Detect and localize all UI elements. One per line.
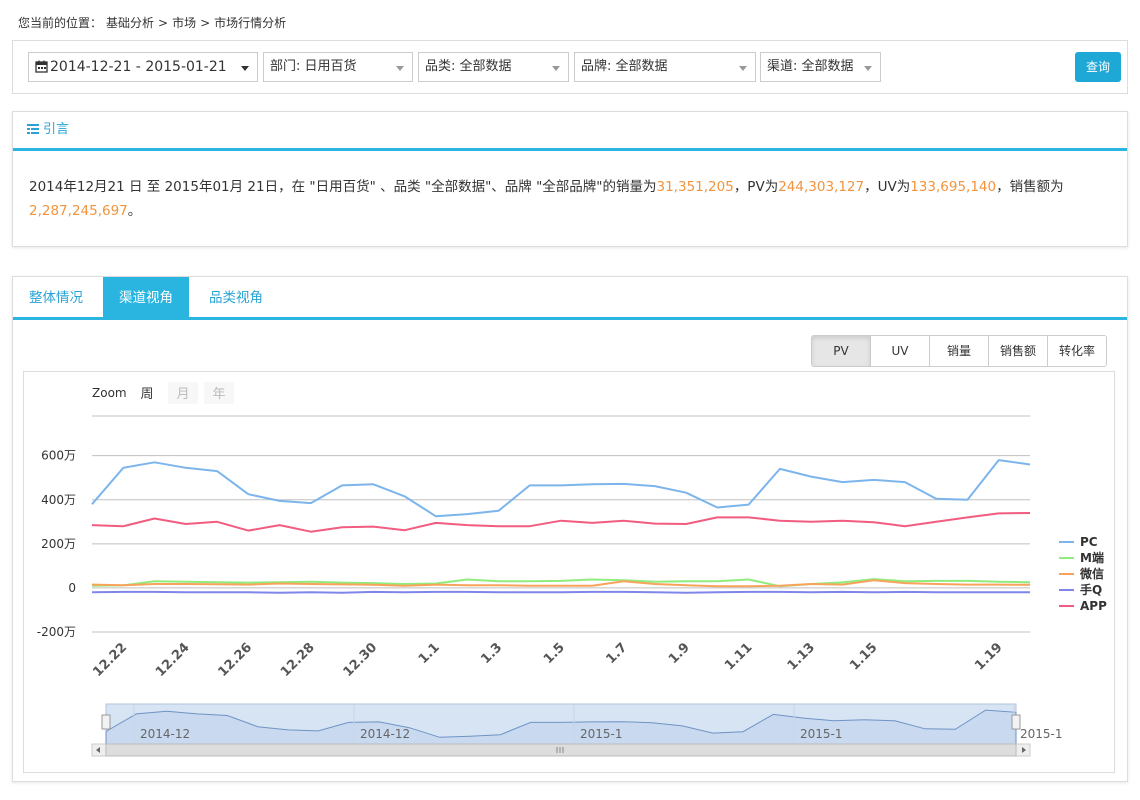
tab-bar: 整体情况 渠道视角 品类视角 bbox=[13, 277, 1127, 320]
breadcrumb-item[interactable]: 市场行情分析 bbox=[214, 16, 286, 30]
x-tick-label: 12.24 bbox=[153, 640, 193, 680]
navigator-label: 2015-1 bbox=[1020, 727, 1063, 741]
x-tick-label: 12.26 bbox=[215, 640, 255, 680]
uv-value: 133,695,140 bbox=[910, 179, 997, 195]
navigator-label: 2014-12 bbox=[360, 727, 410, 741]
brand-value: 品牌: 全部数据 bbox=[581, 59, 668, 74]
zoom-option-label: 周 bbox=[140, 387, 153, 402]
metric-pv-button[interactable]: PV bbox=[812, 336, 871, 366]
y-tick-label: 200万 bbox=[41, 537, 76, 551]
breadcrumb-item[interactable]: 基础分析 bbox=[106, 16, 154, 30]
x-tick-label: 1.3 bbox=[478, 640, 505, 667]
y-tick-label: 600万 bbox=[41, 449, 76, 463]
x-tick-label: 1.13 bbox=[785, 640, 818, 673]
sales-volume-value: 31,351,205 bbox=[656, 179, 734, 195]
intro-text-part: ，PV为 bbox=[733, 179, 779, 195]
analysis-panel: 整体情况 渠道视角 品类视角 PV UV 销量 销售额 转化率 Zoom 周 月 年 -… bbox=[12, 276, 1128, 782]
query-button[interactable]: 查询 bbox=[1075, 52, 1121, 82]
navigator-label: 2015-1 bbox=[580, 727, 623, 741]
x-tick-label: 1.9 bbox=[666, 640, 693, 667]
metric-sales-amount-button[interactable]: 销售额 bbox=[989, 336, 1048, 366]
y-tick-label: 0 bbox=[68, 581, 76, 595]
category-value: 品类: 全部数据 bbox=[425, 59, 512, 74]
y-tick-label: -200万 bbox=[37, 625, 76, 639]
x-tick-label: 1.11 bbox=[722, 640, 755, 673]
metric-uv-button[interactable]: UV bbox=[871, 336, 930, 366]
pv-value: 244,303,127 bbox=[778, 179, 865, 195]
x-tick-label: 1.15 bbox=[847, 640, 880, 673]
x-tick-label: 12.28 bbox=[278, 640, 318, 680]
breadcrumb-sep: > bbox=[158, 16, 169, 30]
x-tick-label: 1.7 bbox=[603, 640, 630, 667]
tab-channel[interactable]: 渠道视角 bbox=[103, 277, 189, 317]
series-line-4[interactable] bbox=[91, 512, 1031, 533]
chevron-down-icon bbox=[739, 66, 747, 71]
scrollbar-thumb[interactable] bbox=[105, 743, 1017, 757]
legend-item-3[interactable]: 手Q bbox=[1080, 582, 1102, 597]
legend-item-1[interactable]: M端 bbox=[1080, 550, 1104, 565]
breadcrumb-item[interactable]: 市场 bbox=[172, 16, 196, 30]
intro-header: 引言 bbox=[13, 112, 1127, 151]
chevron-down-icon bbox=[552, 66, 560, 71]
zoom-label: Zoom bbox=[92, 386, 127, 400]
date-range-value: 2014-12-21 - 2015-01-21 bbox=[50, 59, 227, 75]
navigator-label: 2015-1 bbox=[800, 727, 843, 741]
breadcrumb-prefix: 您当前的位置： bbox=[18, 16, 103, 30]
list-icon bbox=[27, 124, 39, 134]
x-tick-label: 12.30 bbox=[341, 640, 381, 680]
channel-value: 渠道: 全部数据 bbox=[767, 59, 854, 74]
legend-item-0[interactable]: PC bbox=[1080, 535, 1098, 549]
tab-category[interactable]: 品类视角 bbox=[193, 277, 279, 317]
legend-item-4[interactable]: APP bbox=[1080, 599, 1107, 613]
navigator-left-handle[interactable] bbox=[101, 714, 111, 730]
intro-text-part: ，UV为 bbox=[864, 179, 911, 195]
filter-bar: 2014-12-21 - 2015-01-21 部门: 日用百货 品类: 全部数… bbox=[12, 40, 1128, 94]
department-select[interactable]: 部门: 日用百货 bbox=[263, 52, 413, 82]
intro-panel: 引言 2014年12月21 日 至 2015年01月 21日，在 "日用百货" … bbox=[12, 111, 1128, 247]
intro-text-part: ，销售额为 bbox=[996, 179, 1064, 195]
category-select[interactable]: 品类: 全部数据 bbox=[418, 52, 569, 82]
metric-sales-volume-button[interactable]: 销量 bbox=[930, 336, 989, 366]
metric-button-group: PV UV 销量 销售额 转化率 bbox=[811, 335, 1107, 367]
series-line-3[interactable] bbox=[91, 590, 1030, 594]
x-tick-label: 1.1 bbox=[416, 640, 443, 667]
zoom-option-label: 年 bbox=[212, 387, 225, 402]
navigator-label: 2014-12 bbox=[140, 727, 190, 741]
legend-item-2[interactable]: 微信 bbox=[1079, 566, 1104, 581]
department-value: 部门: 日用百货 bbox=[270, 59, 357, 74]
series-line-0[interactable] bbox=[91, 459, 1031, 518]
intro-text: 2014年12月21 日 至 2015年01月 21日，在 "日用百货" 、品类… bbox=[13, 151, 1127, 223]
date-range-picker[interactable]: 2014-12-21 - 2015-01-21 bbox=[28, 52, 258, 82]
zoom-option-label: 月 bbox=[176, 387, 189, 402]
intro-text-part: 。 bbox=[127, 203, 142, 219]
intro-title: 引言 bbox=[43, 122, 70, 137]
metric-conversion-button[interactable]: 转化率 bbox=[1048, 336, 1106, 366]
tab-overall[interactable]: 整体情况 bbox=[13, 277, 99, 317]
sales-amount-value: 2,287,245,697 bbox=[29, 203, 128, 219]
intro-text-part: 2014年12月21 日 至 2015年01月 21日，在 "日用百货" 、品类… bbox=[29, 179, 657, 195]
brand-select[interactable]: 品牌: 全部数据 bbox=[574, 52, 756, 82]
calendar-icon bbox=[35, 60, 48, 73]
x-tick-label: 12.22 bbox=[90, 640, 130, 680]
chevron-down-icon bbox=[241, 66, 249, 71]
y-tick-label: 400万 bbox=[41, 493, 76, 507]
breadcrumb: 您当前的位置： 基础分析 > 市场 > 市场行情分析 bbox=[18, 14, 290, 31]
chevron-down-icon bbox=[864, 66, 872, 71]
line-chart[interactable]: Zoom 周 月 年 -200万 0 200万 400万 600万 12.22 12.24 12.26… bbox=[24, 372, 1114, 772]
x-tick-label: 1.19 bbox=[972, 640, 1005, 673]
chevron-down-icon bbox=[396, 66, 404, 71]
channel-select[interactable]: 渠道: 全部数据 bbox=[760, 52, 881, 82]
navigator-right-handle[interactable] bbox=[1011, 714, 1021, 730]
breadcrumb-sep: > bbox=[200, 16, 211, 30]
x-tick-label: 1.5 bbox=[541, 640, 568, 667]
chart-container: Zoom 周 月 年 -200万 0 200万 400万 600万 12.22 12.24 12.26… bbox=[23, 371, 1115, 773]
